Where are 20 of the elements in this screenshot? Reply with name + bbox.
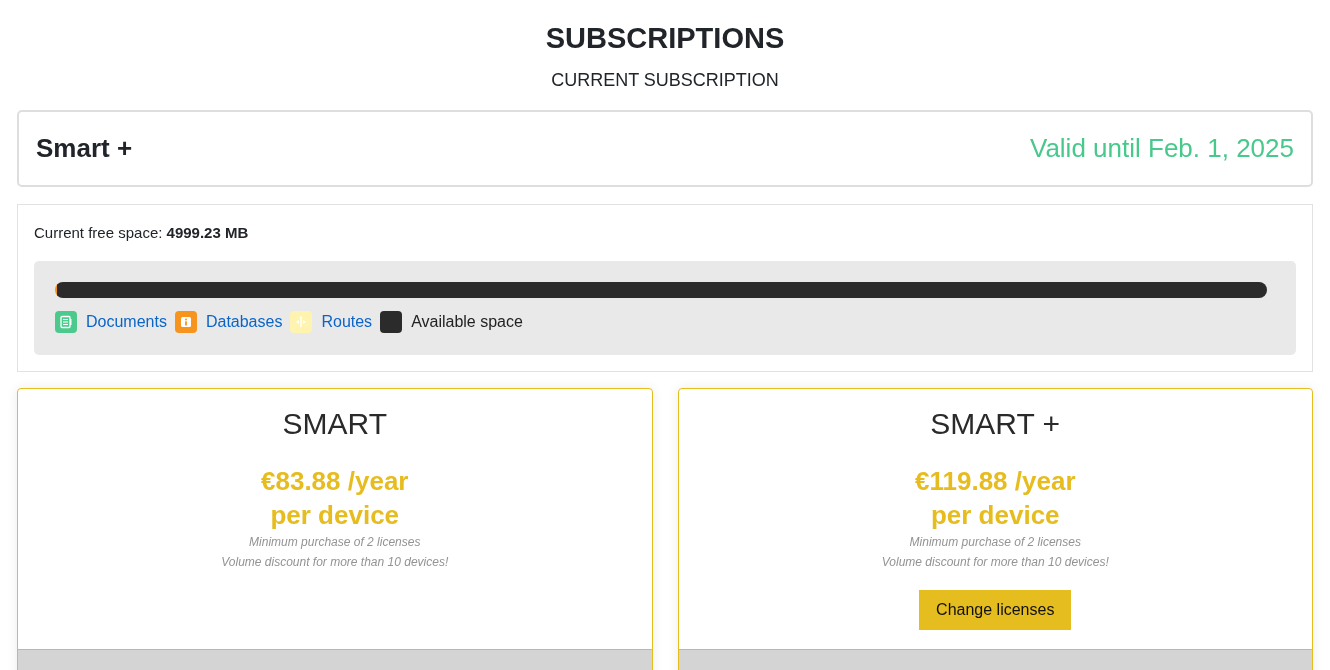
free-space-text: Current free space: 4999.23 MB (34, 224, 249, 242)
validity-date: Valid until Feb. 1, 2025 (1029, 133, 1294, 164)
legend-link[interactable]: Routes (321, 312, 373, 332)
plan-title: SMART (282, 406, 387, 442)
plan-note: Volume discount for more than 10 devices! (881, 554, 1109, 571)
change-licenses-button[interactable]: Change licenses (919, 590, 1072, 630)
plan-note: Volume discount for more than 10 devices! (221, 554, 449, 571)
plan-title: SMART + (930, 406, 1061, 442)
page-title: SUBSCRIPTIONS (545, 21, 785, 56)
legend-link[interactable]: Databases (205, 312, 283, 332)
plan-price: €119.88 /year (915, 465, 1076, 498)
plan-note: Minimum purchase of 2 licenses (249, 534, 421, 551)
current-plan-name: Smart + (36, 133, 133, 164)
plan-note: Minimum purchase of 2 licenses (909, 534, 1081, 551)
legend-label: Available space (411, 312, 523, 332)
page-subtitle: CURRENT SUBSCRIPTION (551, 69, 779, 91)
legend-link[interactable]: Documents (86, 312, 167, 332)
plan-price: €83.88 /year (261, 465, 409, 498)
price-unit: per device (930, 499, 1060, 532)
price-unit: per device (270, 499, 400, 532)
